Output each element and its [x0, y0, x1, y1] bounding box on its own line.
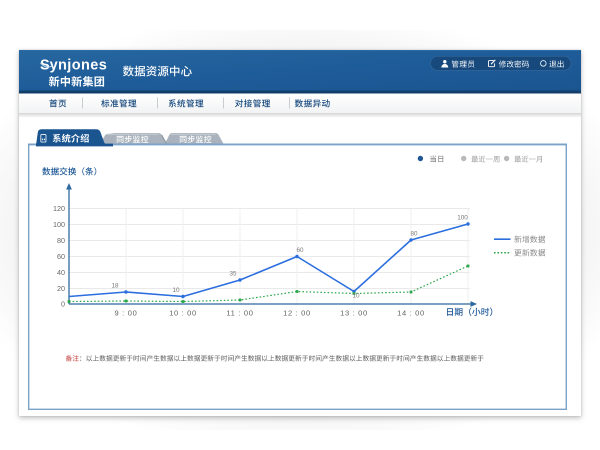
svg-text:Synjones: Synjones	[40, 58, 107, 74]
svg-text:20: 20	[57, 284, 65, 293]
svg-text:13 : 00: 13 : 00	[340, 309, 368, 318]
svg-text:60: 60	[57, 252, 65, 261]
svg-text:10: 10	[172, 287, 180, 294]
svg-text:12 : 00: 12 : 00	[283, 309, 311, 318]
svg-text:60: 60	[296, 247, 304, 254]
svg-text:40: 40	[57, 268, 65, 277]
svg-text:11 : 00: 11 : 00	[226, 309, 253, 318]
svg-text:120: 120	[53, 204, 65, 213]
svg-text:10 : 00: 10 : 00	[169, 309, 197, 318]
svg-text:80: 80	[57, 236, 65, 245]
svg-text:80: 80	[410, 231, 418, 238]
svg-text:9 : 00: 9 : 00	[115, 309, 138, 318]
svg-text:35: 35	[229, 271, 237, 278]
svg-text:0: 0	[61, 300, 65, 309]
svg-text:18: 18	[111, 283, 119, 290]
svg-text:14 : 00: 14 : 00	[397, 309, 425, 318]
svg-text:10: 10	[352, 293, 360, 300]
svg-text:100: 100	[53, 220, 65, 229]
svg-text:100: 100	[457, 215, 468, 222]
